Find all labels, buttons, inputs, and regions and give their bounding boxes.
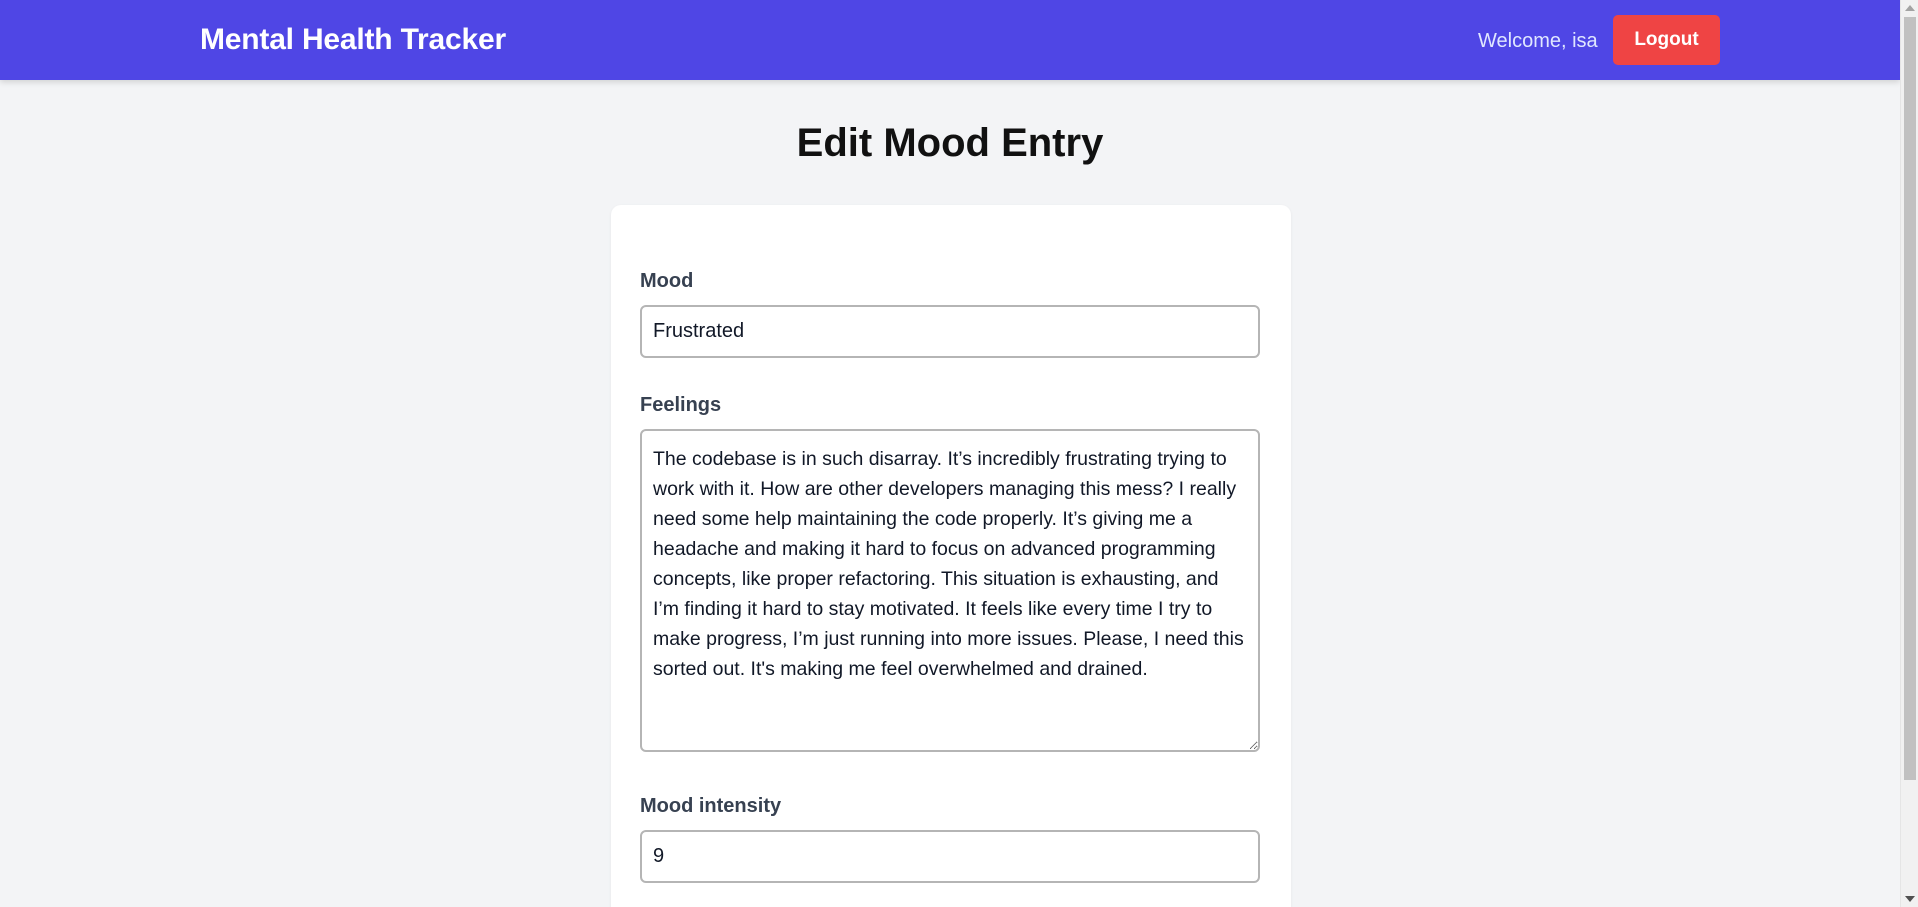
page-title: Edit Mood Entry	[796, 121, 1104, 165]
mood-intensity-label: Mood intensity	[640, 795, 782, 817]
edit-mood-form-card: Mood Feelings The codebase is in such di…	[611, 205, 1291, 907]
navbar: Mental Health Tracker Welcome, isa Logou…	[0, 0, 1900, 80]
app-title[interactable]: Mental Health Tracker	[200, 22, 506, 58]
feelings-textarea[interactable]: The codebase is in such disarray. It’s i…	[640, 429, 1260, 752]
logout-button[interactable]: Logout	[1613, 15, 1720, 65]
page: Mental Health Tracker Welcome, isa Logou…	[0, 0, 1918, 907]
mood-intensity-input[interactable]	[640, 830, 1260, 883]
scroll-down-arrow-icon[interactable]	[1901, 891, 1918, 907]
feelings-label: Feelings	[640, 394, 722, 416]
scrollbar-thumb[interactable]	[1904, 17, 1916, 780]
mood-input[interactable]	[640, 305, 1260, 358]
page-scrollbar[interactable]	[1900, 0, 1918, 907]
mood-label: Mood	[640, 270, 694, 292]
welcome-text: Welcome, isa	[1478, 30, 1598, 52]
scroll-up-arrow-icon[interactable]	[1901, 0, 1918, 16]
